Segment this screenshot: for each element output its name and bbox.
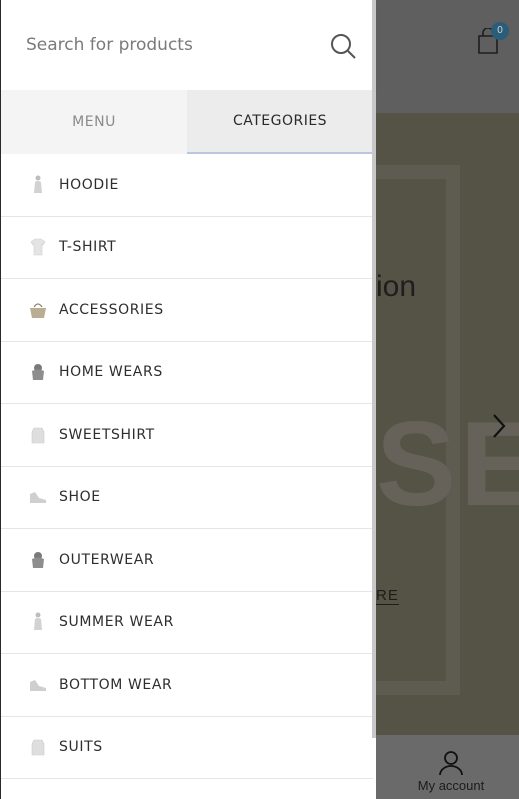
- category-item-t-shirt[interactable]: T-SHIRT: [1, 217, 373, 279]
- search-input[interactable]: [26, 30, 316, 60]
- category-label: OUTERWEAR: [59, 551, 155, 568]
- category-label: SHOE: [59, 489, 101, 506]
- figure-thumb-icon: [28, 612, 48, 632]
- category-item-bottom-wear[interactable]: BOTTOM WEAR: [1, 654, 373, 717]
- drawer-tabs: MENU CATEGORIES: [1, 90, 373, 154]
- category-label: SUMMER WEAR: [59, 614, 174, 631]
- category-label: BOTTOM WEAR: [59, 676, 173, 693]
- category-item-home-wears[interactable]: HOME WEARS: [1, 342, 373, 404]
- drawer-scrollbar[interactable]: [372, 0, 376, 738]
- tab-menu[interactable]: MENU: [1, 90, 187, 154]
- category-item-shoe[interactable]: SHOE: [1, 467, 373, 529]
- category-item-accessories[interactable]: ACCESSORIES: [1, 279, 373, 342]
- category-item-hoodie[interactable]: HOODIE: [1, 154, 373, 217]
- category-label: HOME WEARS: [59, 364, 163, 381]
- category-item-suits[interactable]: SUITS: [1, 717, 373, 779]
- category-item-sweetshirt[interactable]: SWEETSHIRT: [1, 404, 373, 467]
- hero-link[interactable]: RE: [376, 587, 399, 605]
- shoe-thumb-icon: [28, 675, 48, 695]
- user-icon: [439, 751, 463, 776]
- tab-categories[interactable]: CATEGORIES: [187, 90, 373, 154]
- my-account-button[interactable]: My account: [411, 750, 491, 793]
- category-label: SUITS: [59, 739, 103, 756]
- category-item-summer-wear[interactable]: SUMMER WEAR: [1, 592, 373, 654]
- my-account-label: My account: [417, 778, 485, 793]
- mobile-nav-drawer: MENU CATEGORIES HOODIE T-SHIRT ACCESSORI…: [0, 0, 376, 799]
- bag-thumb-icon: [28, 300, 48, 320]
- figure-thumb-icon: [28, 175, 48, 195]
- search-icon[interactable]: [329, 32, 357, 60]
- hero-heading: ion: [376, 270, 417, 303]
- tshirt-thumb-icon: [28, 237, 48, 257]
- category-label: HOODIE: [59, 176, 119, 193]
- category-item-outerwear[interactable]: OUTERWEAR: [1, 529, 373, 592]
- chevron-right-icon[interactable]: [491, 412, 507, 440]
- category-label: T-SHIRT: [59, 239, 117, 256]
- hoodie-thumb-icon: [28, 362, 48, 382]
- shoe-thumb-icon: [28, 487, 48, 507]
- sweater-thumb-icon: [28, 737, 48, 757]
- category-label: SWEETSHIRT: [59, 426, 155, 443]
- category-label: ACCESSORIES: [59, 301, 164, 318]
- category-list: HOODIE T-SHIRT ACCESSORIES HOME WEARS SW…: [1, 154, 373, 779]
- cart-count-badge: 0: [491, 22, 509, 40]
- sweater-thumb-icon: [28, 425, 48, 445]
- search-bar: [1, 0, 373, 91]
- hoodie-thumb-icon: [28, 550, 48, 570]
